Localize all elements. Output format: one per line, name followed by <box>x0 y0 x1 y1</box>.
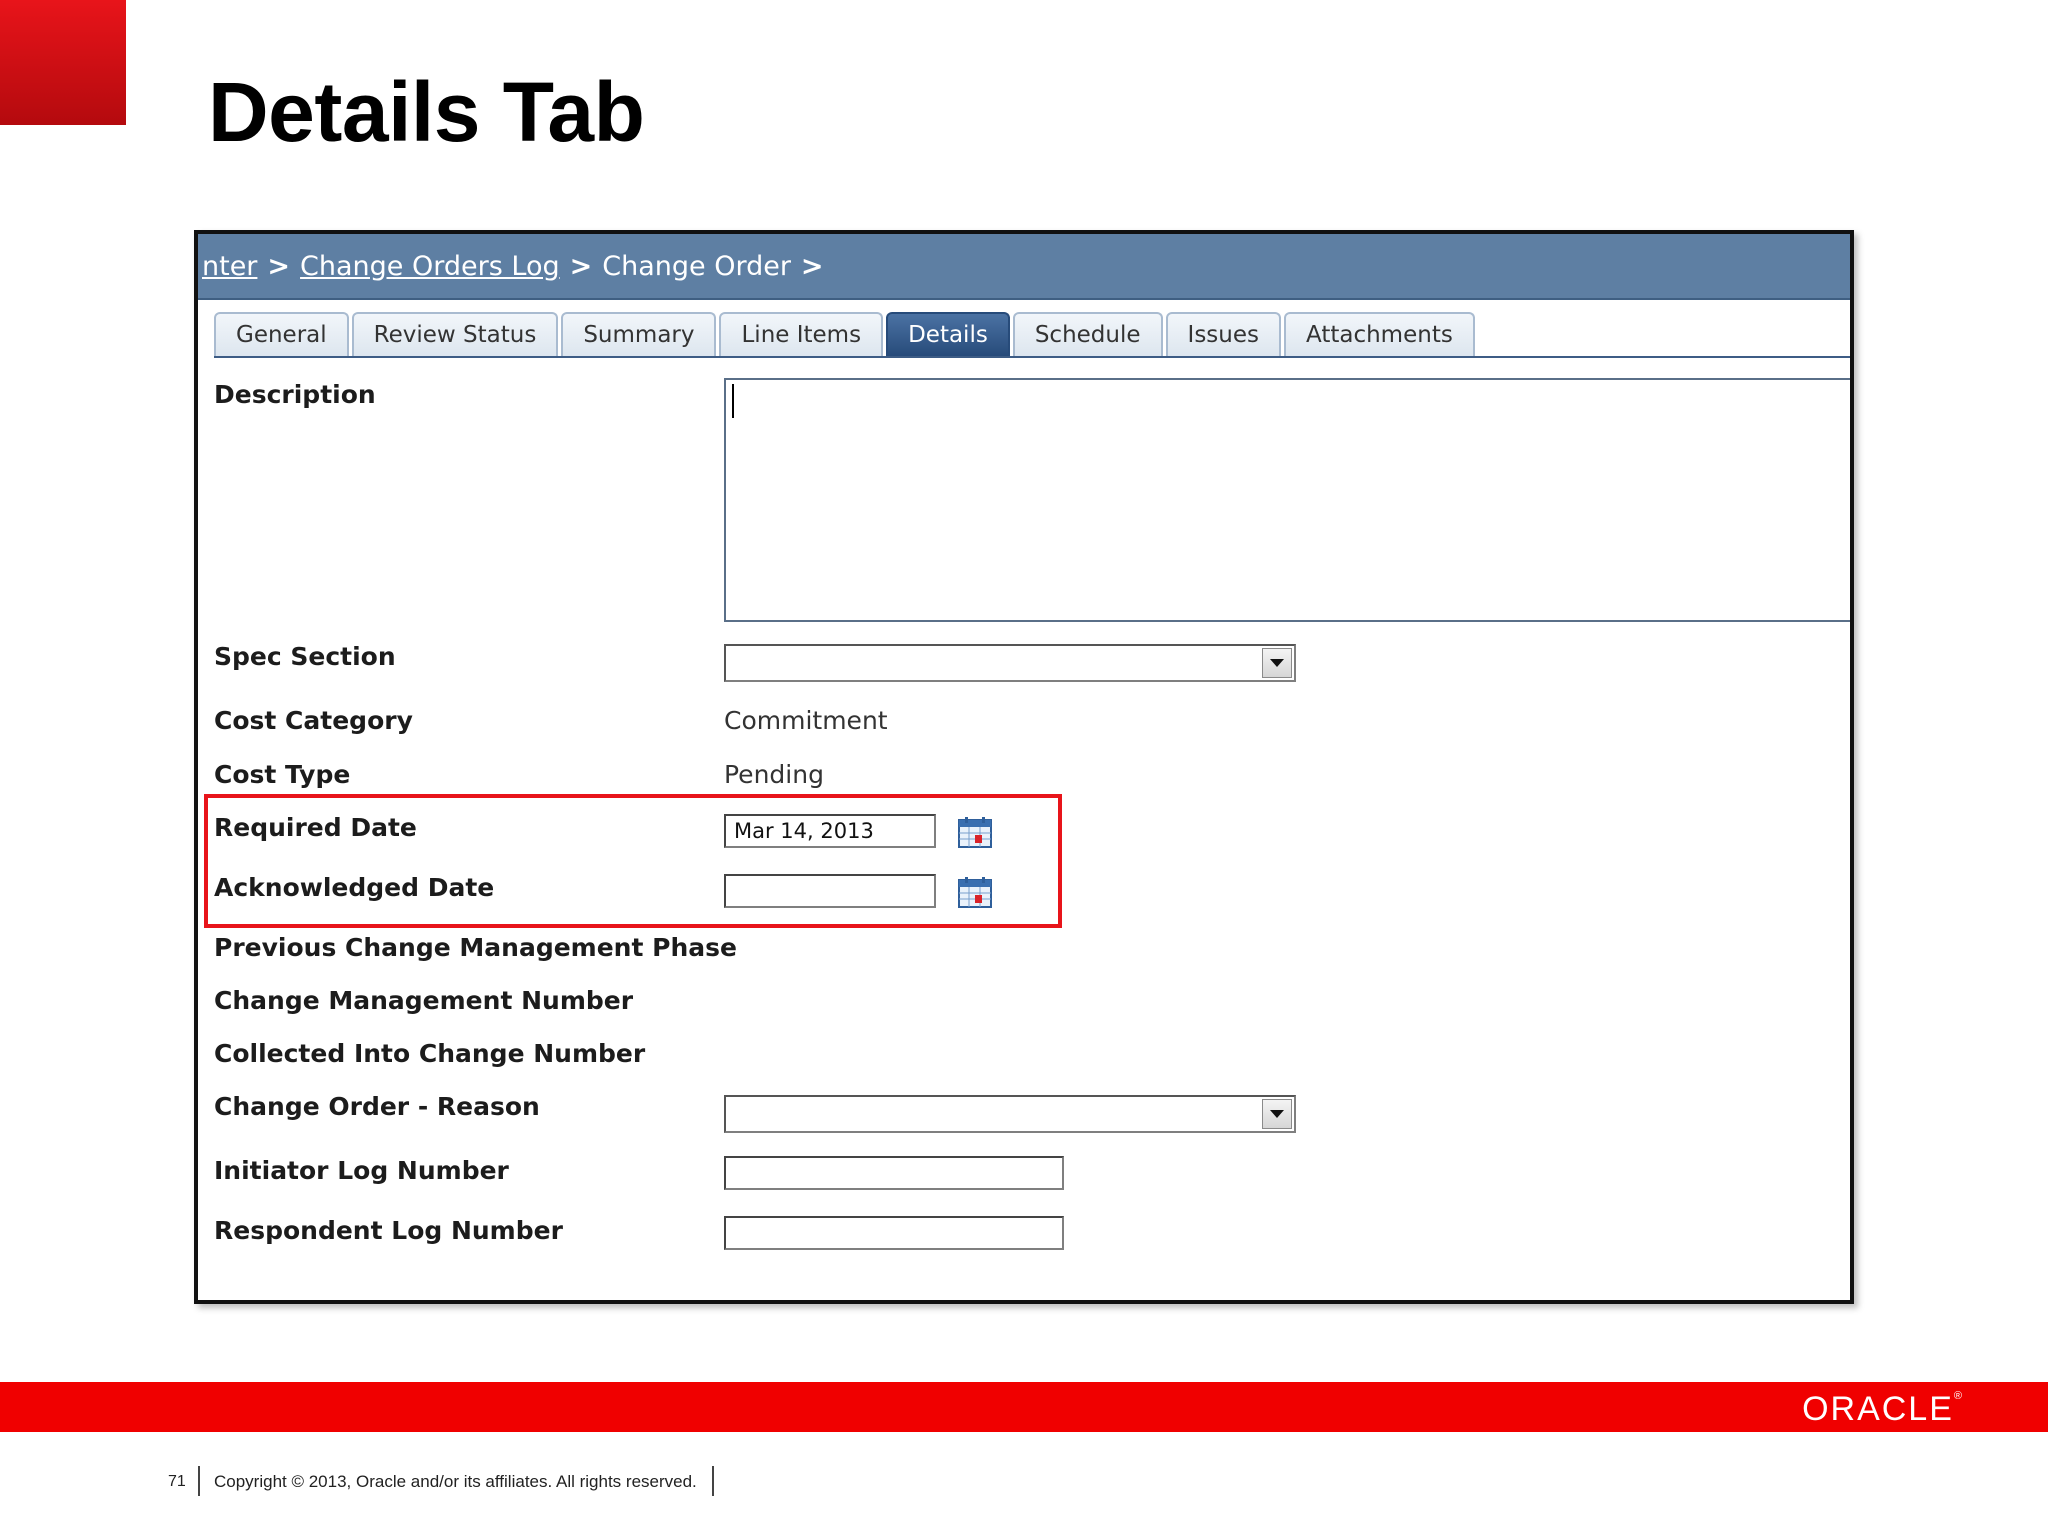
cost-category-label: Cost Category <box>214 706 413 735</box>
respondent-log-label: Respondent Log Number <box>214 1216 563 1245</box>
calendar-icon[interactable] <box>958 816 992 848</box>
acknowledged-date-label: Acknowledged Date <box>214 873 495 902</box>
initiator-log-label: Initiator Log Number <box>214 1156 509 1185</box>
change-management-number-label: Change Management Number <box>214 986 634 1015</box>
reason-select[interactable] <box>724 1095 1296 1133</box>
description-label: Description <box>214 380 376 409</box>
tab-schedule[interactable]: Schedule <box>1012 312 1163 356</box>
footer-band: ORACLE® <box>0 1382 2048 1432</box>
acknowledged-date-input[interactable] <box>724 874 936 908</box>
reason-label: Change Order - Reason <box>214 1092 540 1121</box>
calendar-icon[interactable] <box>958 876 992 908</box>
slide-title: Details Tab <box>208 65 645 159</box>
tab-issues[interactable]: Issues <box>1165 312 1281 356</box>
cost-type-value: Pending <box>724 760 824 789</box>
required-date-label: Required Date <box>214 813 417 842</box>
tab-summary[interactable]: Summary <box>561 312 717 356</box>
cost-type-label: Cost Type <box>214 760 351 789</box>
copyright-notice: Copyright © 2013, Oracle and/or its affi… <box>214 1472 697 1491</box>
breadcrumb-separator: > <box>267 250 291 282</box>
corner-accent-block <box>0 0 126 125</box>
required-date-input[interactable] <box>724 814 936 848</box>
breadcrumb-item-center[interactable]: nter <box>202 251 257 282</box>
tab-attachments[interactable]: Attachments <box>1284 312 1475 356</box>
description-textarea[interactable] <box>724 378 1850 622</box>
oracle-logo: ORACLE® <box>1802 1390 1962 1428</box>
breadcrumb: nter > Change Orders Log > Change Order … <box>198 234 1850 300</box>
tab-line-items[interactable]: Line Items <box>719 312 884 356</box>
tab-review-status[interactable]: Review Status <box>351 312 559 356</box>
collected-into-label: Collected Into Change Number <box>214 1039 646 1068</box>
page-number: 71 <box>168 1473 186 1490</box>
tab-bar: General Review Status Summary Line Items… <box>214 310 1850 358</box>
app-window: nter > Change Orders Log > Change Order … <box>194 230 1854 1304</box>
breadcrumb-separator: > <box>800 250 824 282</box>
chevron-down-icon[interactable] <box>1262 1099 1292 1129</box>
tab-general[interactable]: General <box>214 312 349 356</box>
tab-details[interactable]: Details <box>886 312 1010 356</box>
breadcrumb-item-change-order: Change Order <box>602 250 791 282</box>
spec-section-select[interactable] <box>724 644 1296 682</box>
text-caret <box>732 384 734 418</box>
breadcrumb-item-change-orders-log[interactable]: Change Orders Log <box>300 251 560 282</box>
chevron-down-icon[interactable] <box>1262 648 1292 678</box>
footer-divider <box>198 1466 200 1496</box>
respondent-log-input[interactable] <box>724 1216 1064 1250</box>
spec-section-label: Spec Section <box>214 642 396 671</box>
breadcrumb-separator: > <box>569 250 593 282</box>
initiator-log-input[interactable] <box>724 1156 1064 1190</box>
previous-phase-label: Previous Change Management Phase <box>214 933 737 962</box>
cost-category-value: Commitment <box>724 706 888 735</box>
footer-divider <box>712 1466 714 1496</box>
